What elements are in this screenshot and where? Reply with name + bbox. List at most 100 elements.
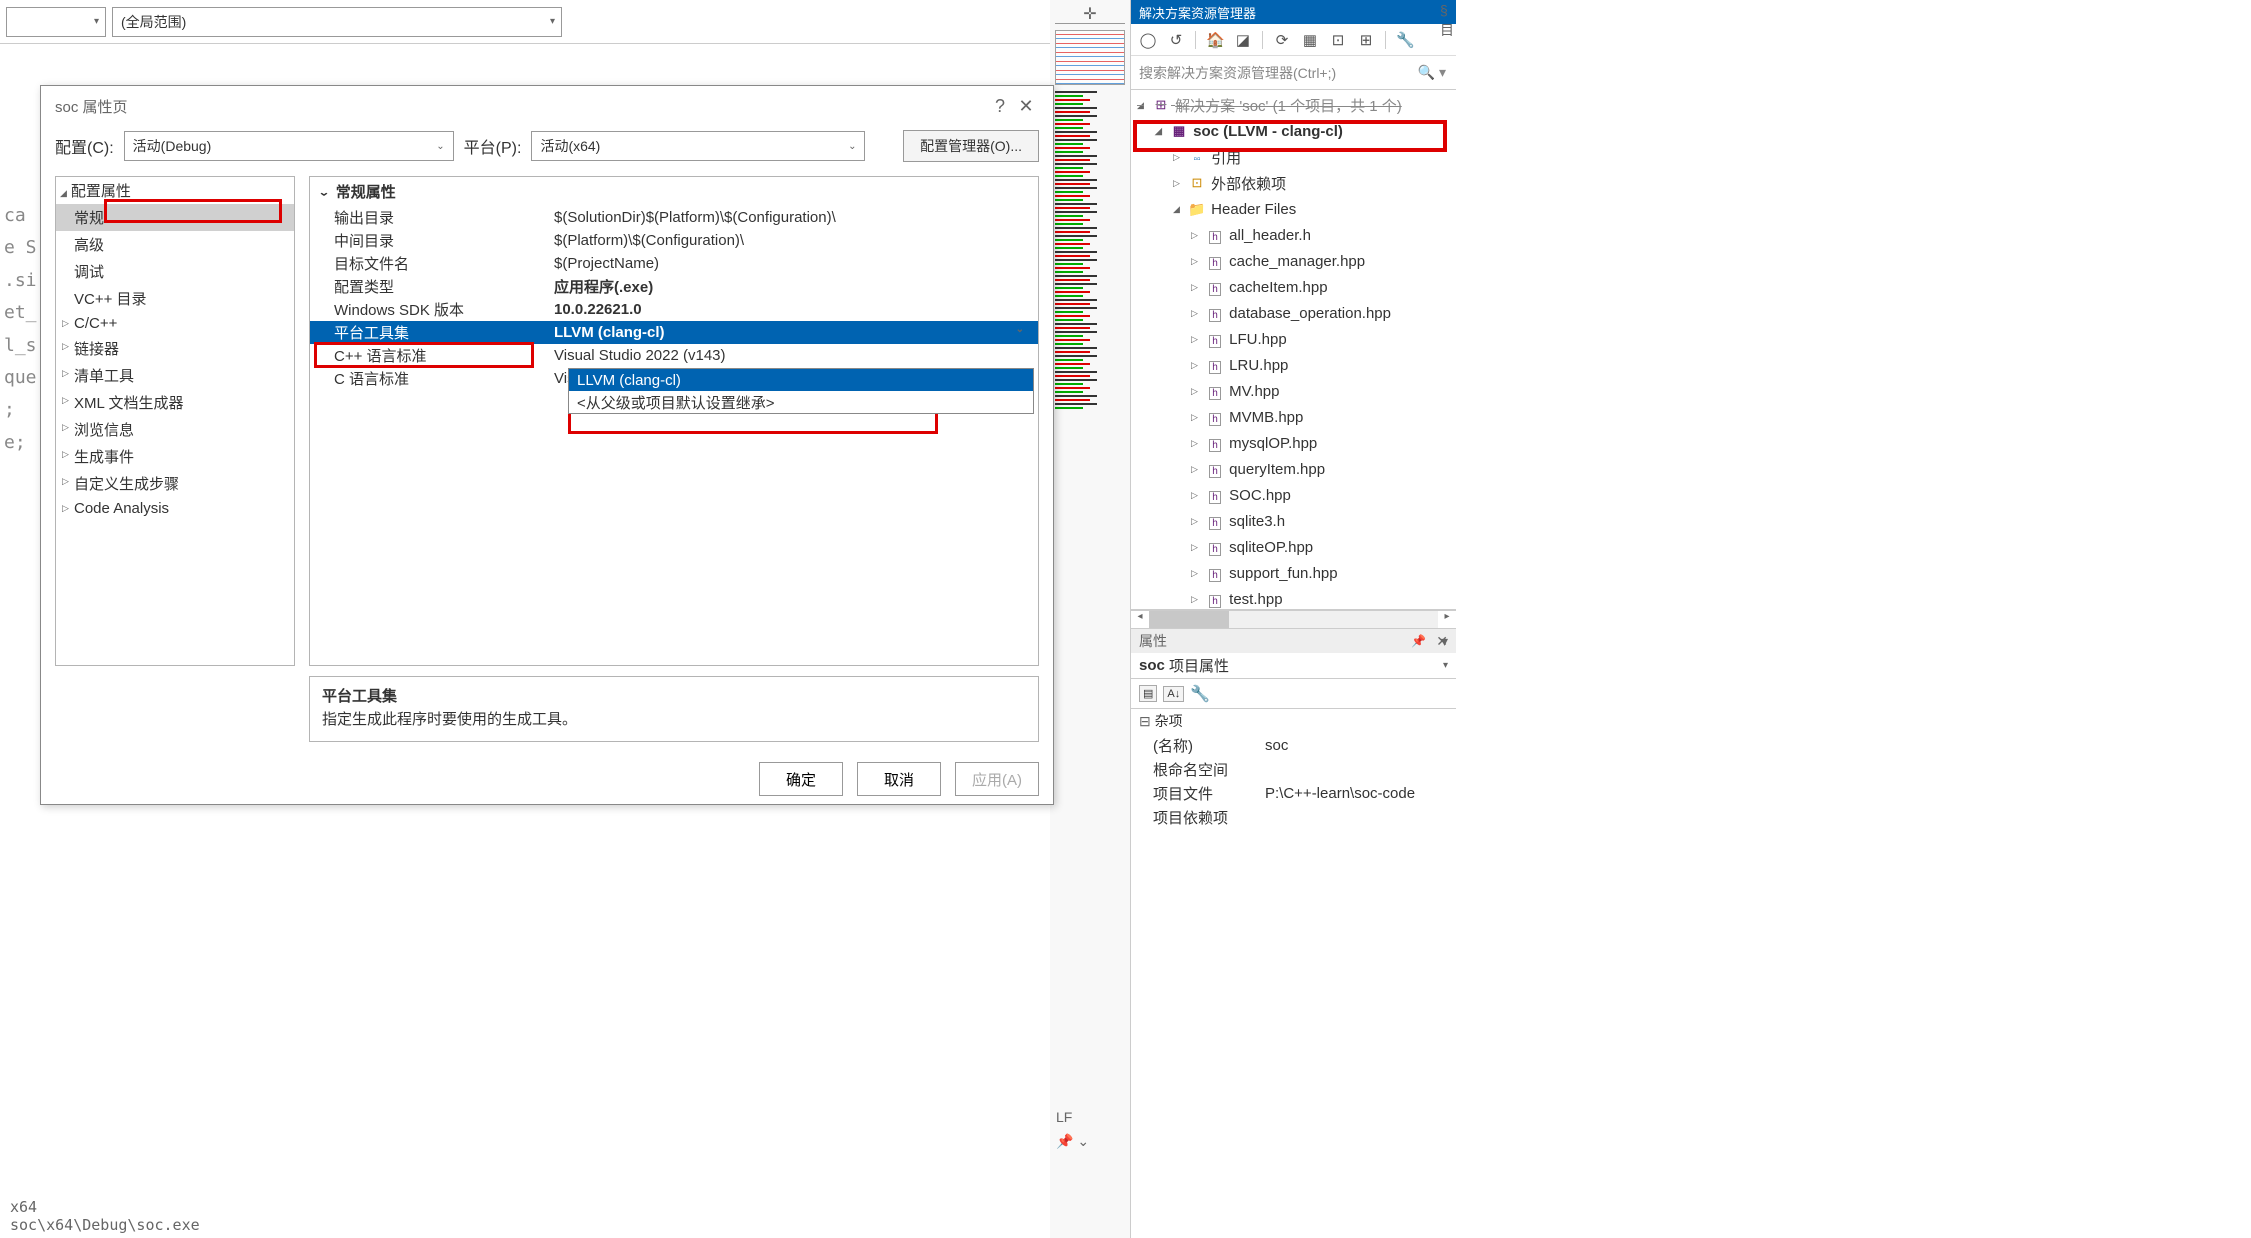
dd-item-llvm[interactable]: LLVM (clang-cl) xyxy=(569,369,1033,391)
platform-select[interactable]: 活动(x64)⌄ xyxy=(531,131,865,161)
file-item[interactable]: ▷ cache_manager.hpp xyxy=(1131,248,1456,274)
file-item[interactable]: ▷ sqlite3.h xyxy=(1131,508,1456,534)
tree-item-custombuild[interactable]: 自定义生成步骤 xyxy=(56,470,294,497)
close-icon[interactable]: ✕ xyxy=(1436,633,1448,650)
prop-row-cppstd[interactable]: C++ 语言标准Visual Studio 2022 (v143) xyxy=(310,344,1038,367)
close-icon[interactable]: ✕ xyxy=(1013,96,1039,117)
properties-category[interactable]: 杂项 xyxy=(1131,709,1456,733)
scroll-left-icon[interactable]: ◂ xyxy=(1131,611,1149,628)
prop-group-header[interactable]: 常规属性 xyxy=(310,177,1038,206)
solution-search[interactable]: 搜索解决方案资源管理器(Ctrl+;) 🔍 ▾ xyxy=(1131,56,1456,90)
property-pages-dialog: soc 属性页 ? ✕ 配置(C): 活动(Debug)⌄ 平台(P): 活动(… xyxy=(40,85,1054,805)
scroll-right-icon[interactable]: ▸ xyxy=(1438,611,1456,628)
prop-rows: 输出目录$(SolutionDir)$(Platform)\$(Configur… xyxy=(310,206,1038,665)
minimap-lines xyxy=(1055,91,1125,409)
file-item[interactable]: ▷ sqliteOP.hpp xyxy=(1131,534,1456,560)
prop-row[interactable]: 项目依赖项 xyxy=(1131,805,1456,829)
prop-row-targetname[interactable]: 目标文件名$(ProjectName) xyxy=(310,252,1038,275)
split-icon[interactable] xyxy=(1055,4,1125,24)
tree-item-linker[interactable]: 链接器 xyxy=(56,335,294,362)
minimap-viewport[interactable] xyxy=(1055,30,1125,85)
scope-dropdown-1[interactable]: ▾ xyxy=(6,7,106,37)
output-fragment: x64 soc\x64\Debug\soc.exe xyxy=(10,1198,200,1234)
prop-row[interactable]: (名称)soc xyxy=(1131,733,1456,757)
config-select[interactable]: 活动(Debug)⌄ xyxy=(124,131,454,161)
sync-icon[interactable]: ⟳ xyxy=(1273,31,1291,49)
tree-item-ccpp[interactable]: C/C++ xyxy=(56,312,294,335)
tree-root[interactable]: 配置属性 xyxy=(56,177,294,204)
chevron-down-icon[interactable]: ⌄ xyxy=(1016,324,1024,335)
property-grid: 常规属性 输出目录$(SolutionDir)$(Platform)\$(Con… xyxy=(309,176,1039,666)
tree-item-browse[interactable]: 浏览信息 xyxy=(56,416,294,443)
references-node[interactable]: ▷ 引用 xyxy=(1131,144,1456,170)
line-ending: LF xyxy=(1056,1109,1089,1125)
tree-item-manifest[interactable]: 清单工具 xyxy=(56,362,294,389)
properties-icon[interactable]: ⊞ xyxy=(1357,31,1375,49)
prop-row-configtype[interactable]: 配置类型应用程序(.exe) xyxy=(310,275,1038,298)
view-icon[interactable]: ◪ xyxy=(1234,31,1252,49)
back-icon[interactable]: ◯ xyxy=(1139,31,1157,49)
toolset-dropdown[interactable]: LLVM (clang-cl) <从父级或项目默认设置继承> xyxy=(568,368,1034,414)
file-item[interactable]: ▷ MVMB.hpp xyxy=(1131,404,1456,430)
file-item[interactable]: ▷ MV.hpp xyxy=(1131,378,1456,404)
external-deps-node[interactable]: ▷ 外部依赖项 xyxy=(1131,170,1456,196)
tree-item-general[interactable]: 常规 xyxy=(56,204,294,231)
search-icon[interactable]: 🔍 ▾ xyxy=(1418,64,1446,81)
pin-icon[interactable]: 📌 xyxy=(1411,634,1426,648)
scope-dropdown-2[interactable]: (全局范围)▾ xyxy=(112,7,562,37)
forward-icon[interactable]: ↺ xyxy=(1167,31,1185,49)
tool-icon[interactable]: § xyxy=(1440,2,1464,18)
file-item[interactable]: ▷ LRU.hpp xyxy=(1131,352,1456,378)
file-item[interactable]: ▷ database_operation.hpp xyxy=(1131,300,1456,326)
config-manager-button[interactable]: 配置管理器(O)... xyxy=(903,130,1039,162)
tree-item-buildevents[interactable]: 生成事件 xyxy=(56,443,294,470)
file-item[interactable]: ▷ cacheItem.hpp xyxy=(1131,274,1456,300)
file-item[interactable]: ▷ test.hpp xyxy=(1131,586,1456,610)
ok-button[interactable]: 确定 xyxy=(759,762,843,796)
help-icon[interactable]: ? xyxy=(987,96,1013,117)
config-tree[interactable]: 配置属性 常规 高级 调试 VC++ 目录 C/C++ 链接器 清单工具 XML… xyxy=(55,176,295,666)
scroll-thumb[interactable] xyxy=(1149,611,1229,628)
wrench-icon[interactable]: 🔧 xyxy=(1190,684,1210,704)
tree-item-vcdirs[interactable]: VC++ 目录 xyxy=(56,285,294,312)
solution-node[interactable]: ◢ 解决方案 'soc' (1 个项目，共 1 个) xyxy=(1131,92,1456,118)
project-node[interactable]: ◢ soc (LLVM - clang-cl) xyxy=(1131,118,1456,144)
prop-row-intdir[interactable]: 中间目录$(Platform)\$(Configuration)\ xyxy=(310,229,1038,252)
file-item[interactable]: ▷ queryItem.hpp xyxy=(1131,456,1456,482)
wrench-icon[interactable]: 🔧 xyxy=(1396,31,1414,49)
properties-subject[interactable]: soc 项目属性 ▾ xyxy=(1131,653,1456,679)
file-item[interactable]: ▷ support_fun.hpp xyxy=(1131,560,1456,586)
sort-icon[interactable]: A↓ xyxy=(1163,686,1184,702)
tree-item-codeanalysis[interactable]: Code Analysis xyxy=(56,497,294,520)
header-files-folder[interactable]: ◢ Header Files xyxy=(1131,196,1456,222)
help-title: 平台工具集 xyxy=(322,685,1026,706)
cancel-button[interactable]: 取消 xyxy=(857,762,941,796)
home-icon[interactable]: 🏠 xyxy=(1206,31,1224,49)
file-item[interactable]: ▷ mysqlOP.hpp xyxy=(1131,430,1456,456)
prop-row-outdir[interactable]: 输出目录$(SolutionDir)$(Platform)\$(Configur… xyxy=(310,206,1038,229)
collapse-icon[interactable]: ⊡ xyxy=(1329,31,1347,49)
categorize-icon[interactable]: ▤ xyxy=(1139,685,1157,702)
config-row: 配置(C): 活动(Debug)⌄ 平台(P): 活动(x64)⌄ 配置管理器(… xyxy=(41,126,1053,166)
prop-row[interactable]: 项目文件P:\C++-learn\soc-code xyxy=(1131,781,1456,805)
tree-item-debug[interactable]: 调试 xyxy=(56,258,294,285)
prop-row-sdk[interactable]: Windows SDK 版本10.0.22621.0 xyxy=(310,298,1038,321)
properties-toolbar: ▤ A↓ 🔧 xyxy=(1131,679,1456,709)
tool-icon[interactable]: 目 xyxy=(1440,20,1464,40)
properties-header: 属性 ▾ 📌 ✕ xyxy=(1131,629,1456,653)
pin-icon[interactable]: 📌 ⌄ xyxy=(1056,1133,1089,1150)
right-edge-icons: § 目 xyxy=(1440,0,1464,60)
horizontal-scrollbar[interactable]: ◂ ▸ xyxy=(1131,610,1456,628)
apply-button[interactable]: 应用(A) xyxy=(955,762,1039,796)
dd-item-inherit[interactable]: <从父级或项目默认设置继承> xyxy=(569,391,1033,413)
file-item[interactable]: ▷ LFU.hpp xyxy=(1131,326,1456,352)
show-all-icon[interactable]: ▦ xyxy=(1301,31,1319,49)
tree-item-advanced[interactable]: 高级 xyxy=(56,231,294,258)
config-label: 配置(C): xyxy=(55,134,114,158)
tree-item-xmldoc[interactable]: XML 文档生成器 xyxy=(56,389,294,416)
prop-row[interactable]: 根命名空间 xyxy=(1131,757,1456,781)
file-item[interactable]: ▷ SOC.hpp xyxy=(1131,482,1456,508)
solution-tree[interactable]: ◢ 解决方案 'soc' (1 个项目，共 1 个) ◢ soc (LLVM -… xyxy=(1131,90,1456,610)
prop-row-toolset[interactable]: 平台工具集LLVM (clang-cl)⌄ xyxy=(310,321,1038,344)
file-item[interactable]: ▷ all_header.h xyxy=(1131,222,1456,248)
